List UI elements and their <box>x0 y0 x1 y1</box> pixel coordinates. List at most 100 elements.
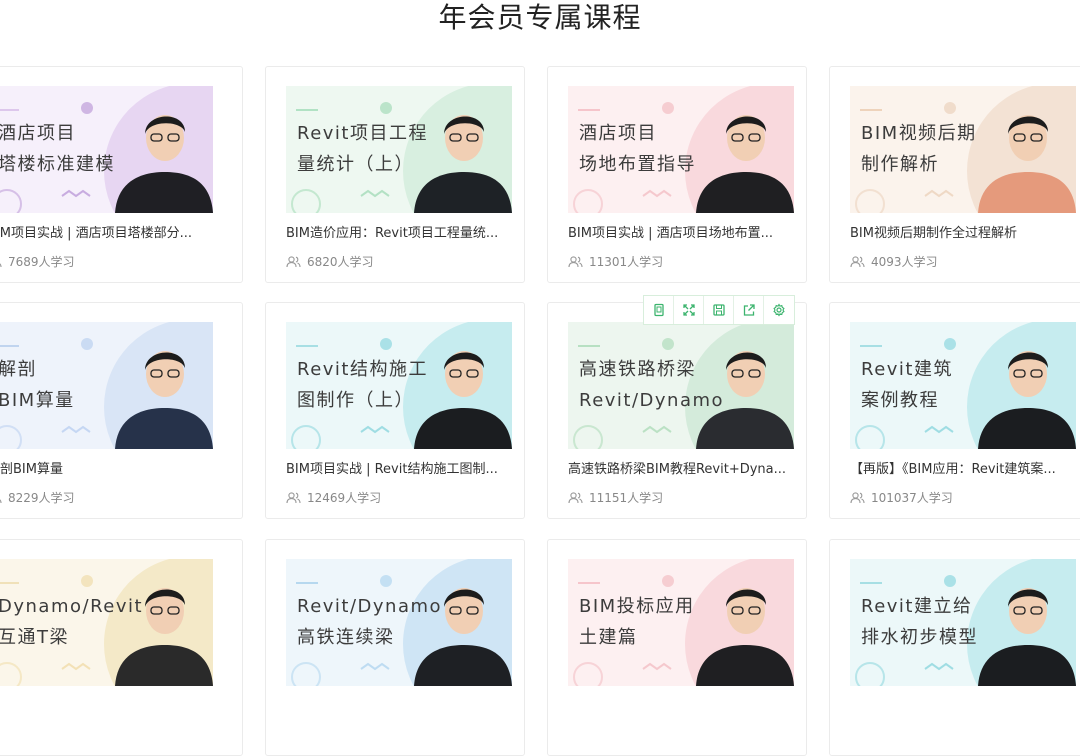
expand-button[interactable] <box>674 296 704 324</box>
thumbnail-title-line: BIM投标应用 <box>579 596 695 617</box>
course-card[interactable]: BIM投标应用 土建篇 <box>547 539 807 756</box>
thumbnail-title: Revit/Dynamo 高铁连续梁 <box>297 591 442 653</box>
learner-count: 12469人学习 <box>286 489 381 506</box>
users-icon <box>568 491 583 503</box>
course-thumbnail[interactable]: Revit项目工程 量统计（上） <box>286 86 512 213</box>
course-title[interactable]: BIM项目实战 | 酒店项目塔楼部分... <box>0 222 223 241</box>
course-card[interactable]: BIM视频后期 制作解析 BIM视频后期制作全过程解析 4093人学习 <box>829 66 1080 283</box>
learner-count-text: 101037人学习 <box>871 491 953 505</box>
learner-count: 7689人学习 <box>0 253 75 270</box>
learner-count-text: 12469人学习 <box>307 491 382 505</box>
save-button[interactable] <box>704 296 734 324</box>
learner-count-text: 11151人学习 <box>589 491 664 505</box>
share-button[interactable] <box>734 296 764 324</box>
thumbnail-title-line: Revit项目工程 <box>297 123 428 144</box>
thumbnail-accent-line <box>296 109 318 111</box>
thumbnail-accent-line <box>860 345 882 347</box>
course-card[interactable]: Revit建筑 案例教程【再版】《BIM应用：Revit建筑案... 101037人… <box>829 302 1080 519</box>
users-icon <box>568 255 583 267</box>
thumbnail-title-line: Revit建立给 <box>861 596 973 617</box>
users-icon <box>0 498 2 503</box>
thumbnail-title-line: 土建篇 <box>579 627 638 648</box>
learner-count-text: 11301人学习 <box>589 255 664 269</box>
users-icon <box>286 491 301 503</box>
course-card[interactable]: Revit项目工程 量统计（上） BIM造价应用：Revit项目工程量统... 682… <box>265 66 525 283</box>
course-thumbnail[interactable]: 高速铁路桥梁 Revit/Dynamo <box>568 322 794 449</box>
share-icon <box>743 304 755 316</box>
thumbnail-title-line: 高速铁路桥梁 <box>579 359 696 380</box>
thumbnail-accent-line <box>860 582 882 584</box>
course-card[interactable]: 酒店项目塔楼标准建模 BIM项目实战 | 酒店项目塔楼部分... 7689人学习 <box>0 66 243 283</box>
course-title[interactable]: BIM造价应用：Revit项目工程量统... <box>286 222 512 241</box>
users-icon <box>0 262 2 267</box>
thumbnail-accent-line <box>578 582 600 584</box>
thumbnail-title-line: 案例教程 <box>861 390 939 411</box>
copy-button[interactable] <box>644 296 674 324</box>
course-card[interactable]: Revit结构施工 图制作（上） BIM项目实战 | Revit结构施工图制... 1… <box>265 302 525 519</box>
course-thumbnail[interactable]: 酒店项目塔楼标准建模 <box>0 86 213 213</box>
course-title[interactable]: BIM视频后期制作全过程解析 <box>850 222 1076 241</box>
users-icon <box>286 255 301 267</box>
learner-count: 11151人学习 <box>568 489 663 506</box>
thumbnail-accent-line <box>0 345 19 347</box>
thumbnail-title-line: 排水初步模型 <box>861 627 978 648</box>
thumbnail-accent-line <box>0 109 19 111</box>
course-card[interactable]: Revit建立给 排水初步模型 <box>829 539 1080 756</box>
thumbnail-title-line: 互通T梁 <box>0 627 69 648</box>
course-title[interactable]: BIM项目实战 | 酒店项目场地布置... <box>568 222 794 241</box>
thumbnail-title-line: 高铁连续梁 <box>297 627 395 648</box>
thumbnail-accent-line <box>578 345 600 347</box>
course-thumbnail[interactable]: BIM视频后期 制作解析 <box>850 86 1076 213</box>
save-icon <box>712 304 725 316</box>
thumbnail-title-line: Revit建筑 <box>861 359 953 380</box>
users-icon <box>850 491 865 503</box>
thumbnail-accent-line <box>296 582 318 584</box>
course-title[interactable]: 高速铁路桥梁BIM教程Revit+Dyna... <box>568 458 794 477</box>
thumbnail-title-line: 量统计（上） <box>297 154 414 175</box>
users-icon <box>850 255 865 267</box>
thumbnail-title-line: BIM视频后期 <box>861 123 977 144</box>
course-title[interactable]: 解剖BIM算量 <box>0 458 223 477</box>
learner-count: 4093人学习 <box>850 253 938 270</box>
course-card[interactable]: Dynamo/Revit 互通T梁 <box>0 539 243 756</box>
thumbnail-title: Revit项目工程 量统计（上） <box>297 118 428 180</box>
learner-count: 101037人学习 <box>850 489 953 506</box>
thumbnail-title-line: Revit结构施工 <box>297 359 428 380</box>
course-thumbnail[interactable]: Revit结构施工 图制作（上） <box>286 322 512 449</box>
thumbnail-title: Revit建筑 案例教程 <box>861 354 953 416</box>
thumbnail-title-line: Revit/Dynamo <box>579 390 725 411</box>
thumbnail-title: 酒店项目 场地布置指导 <box>579 118 696 180</box>
thumbnail-title: Revit建立给 排水初步模型 <box>861 591 978 653</box>
thumbnail-accent-line <box>860 109 882 111</box>
course-card[interactable]: 解剖BIM算量解剖BIM算量8229人学习 <box>0 302 243 519</box>
course-thumbnail[interactable]: 酒店项目 场地布置指导 <box>568 86 794 213</box>
course-title[interactable]: 【再版】《BIM应用：Revit建筑案... <box>850 458 1076 477</box>
course-thumbnail[interactable]: Revit建筑 案例教程 <box>850 322 1076 449</box>
thumbnail-title: BIM视频后期 制作解析 <box>861 118 977 180</box>
thumbnail-accent-line <box>296 345 318 347</box>
course-thumbnail[interactable]: 解剖 BIM算量 <box>0 322 213 449</box>
thumbnail-title-line: 图制作（上） <box>297 390 414 411</box>
thumbnail-title-line: Dynamo/Revit <box>0 596 144 617</box>
thumbnail-title-line: 酒店项目 <box>0 123 76 144</box>
settings-button[interactable] <box>764 296 794 324</box>
course-title[interactable]: BIM项目实战 | Revit结构施工图制... <box>286 458 512 477</box>
thumbnail-title-line: Revit/Dynamo <box>297 596 443 617</box>
thumbnail-title: 高速铁路桥梁 Revit/Dynamo <box>579 354 724 416</box>
page-title: 年会员专属课程 <box>438 1 642 34</box>
thumbnail-title-line: 酒店项目 <box>579 123 657 144</box>
course-card[interactable]: 酒店项目 场地布置指导 BIM项目实战 | 酒店项目场地布置... 11301人学习 <box>547 66 807 283</box>
thumbnail-title-line: 塔楼标准建模 <box>0 154 115 175</box>
learner-count-text: 4093人学习 <box>871 255 938 269</box>
thumbnail-title: Dynamo/Revit 互通T梁 <box>0 591 143 653</box>
thumbnail-title-line: BIM算量 <box>0 390 75 411</box>
learner-count: 11301人学习 <box>568 253 663 270</box>
thumbnail-title-line: 制作解析 <box>861 154 939 175</box>
gear-icon <box>773 303 785 317</box>
copy-icon <box>653 303 664 317</box>
thumbnail-title: BIM投标应用 土建篇 <box>579 591 695 653</box>
course-card[interactable]: Revit/Dynamo 高铁连续梁 <box>265 539 525 756</box>
thumbnail-title: 酒店项目塔楼标准建模 <box>0 118 115 180</box>
thumbnail-accent-line <box>0 582 19 584</box>
course-card[interactable]: 高速铁路桥梁 Revit/Dynamo 高速铁路桥梁BIM教程Revit+Dyna.… <box>547 302 807 519</box>
